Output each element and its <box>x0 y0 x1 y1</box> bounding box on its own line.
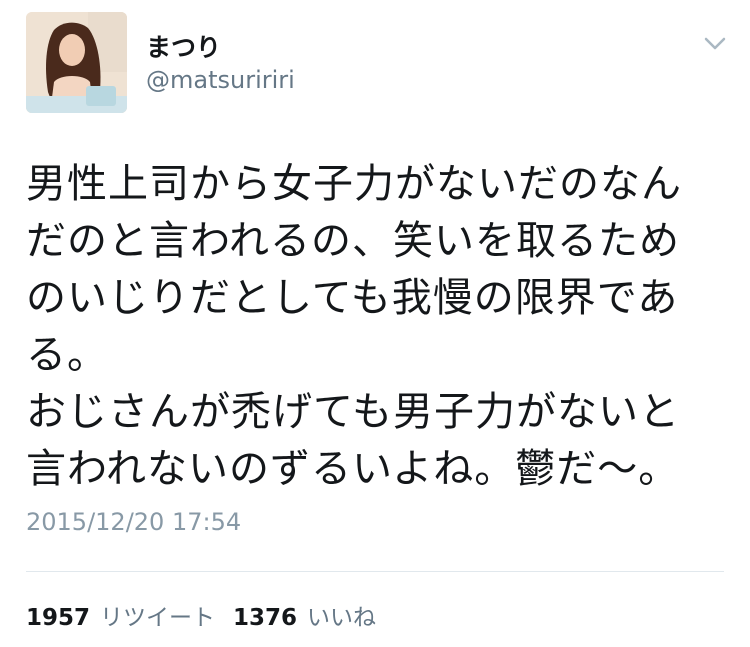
avatar[interactable] <box>26 12 127 113</box>
display-name[interactable]: まつり <box>146 28 221 64</box>
user-handle[interactable]: @matsuririri <box>146 66 295 94</box>
tweet-timestamp[interactable]: 2015/12/20 17:54 <box>26 508 241 536</box>
retweets-stat[interactable]: 1957 リツイート <box>26 598 215 632</box>
divider <box>26 571 724 572</box>
profile-photo-icon <box>26 12 127 113</box>
tweet-stats: 1957 リツイート 1376 いいね <box>26 598 376 632</box>
likes-label: いいね <box>307 605 377 631</box>
retweets-label: リツイート <box>100 605 216 631</box>
likes-stat[interactable]: 1376 いいね <box>233 598 376 632</box>
retweets-count: 1957 <box>26 605 91 631</box>
tweet-text: 男性上司から女子力がないだのなん だのと言われるの、笑いを取るため のいじりだと… <box>26 161 682 492</box>
chevron-down-icon[interactable] <box>704 36 726 52</box>
likes-count: 1376 <box>233 605 298 631</box>
tweet-card: まつり @matsuririri 男性上司から女子力がないだのなん だのと言われ… <box>0 0 750 647</box>
